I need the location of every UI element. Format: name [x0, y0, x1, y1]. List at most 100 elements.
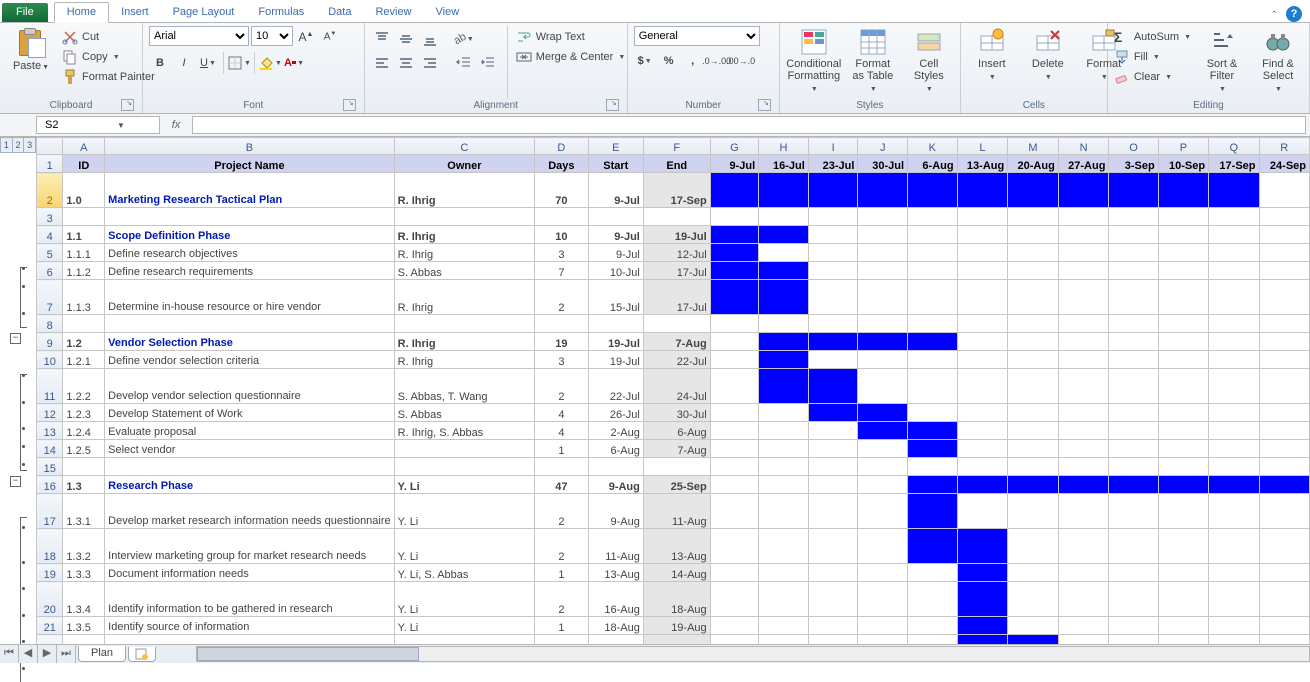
- cell-end[interactable]: 11-Aug: [643, 494, 710, 529]
- gantt-cell[interactable]: [1209, 351, 1259, 369]
- gantt-cell[interactable]: [1008, 404, 1059, 422]
- gantt-cell[interactable]: [1008, 173, 1059, 208]
- cell[interactable]: [858, 315, 908, 333]
- gantt-cell[interactable]: [759, 333, 809, 351]
- gantt-cell[interactable]: [1259, 422, 1310, 440]
- cell-id[interactable]: 1.2: [63, 333, 105, 351]
- gantt-cell[interactable]: [808, 369, 858, 404]
- cell[interactable]: [63, 208, 105, 226]
- cut-button[interactable]: Cut: [62, 28, 155, 46]
- gantt-cell[interactable]: [808, 476, 858, 494]
- gantt-cell[interactable]: [1109, 262, 1158, 280]
- align-right-button[interactable]: [419, 52, 441, 74]
- underline-button[interactable]: U▼: [197, 52, 219, 74]
- cell-id[interactable]: 1.3.2: [63, 529, 105, 564]
- cell-name[interactable]: Marketing Research Tactical Plan: [105, 173, 395, 208]
- outline-column[interactable]: −−: [0, 153, 37, 663]
- cell-days[interactable]: 3: [535, 244, 589, 262]
- cell-id[interactable]: 1.1: [63, 226, 105, 244]
- row-header-1[interactable]: 1: [37, 155, 63, 173]
- gantt-cell[interactable]: [759, 529, 809, 564]
- cell-name[interactable]: Develop market research information need…: [105, 494, 395, 529]
- cell-name[interactable]: Interview marketing group for market res…: [105, 529, 395, 564]
- tab-formulas[interactable]: Formulas: [246, 3, 316, 22]
- gantt-cell[interactable]: [1008, 564, 1059, 582]
- gantt-cell[interactable]: [957, 280, 1008, 315]
- tab-view[interactable]: View: [424, 3, 472, 22]
- cell-days[interactable]: 1: [535, 617, 589, 635]
- font-dialog-launcher[interactable]: ↘: [343, 99, 356, 111]
- gantt-cell[interactable]: [710, 564, 759, 582]
- decrease-decimal-button[interactable]: .00→.0: [730, 50, 752, 72]
- gantt-cell[interactable]: [957, 173, 1008, 208]
- tab-data[interactable]: Data: [316, 3, 363, 22]
- header-cell[interactable]: ID: [63, 155, 105, 173]
- cell[interactable]: [1008, 458, 1059, 476]
- gantt-cell[interactable]: [908, 369, 958, 404]
- cell-end[interactable]: 14-Aug: [643, 564, 710, 582]
- gantt-cell[interactable]: [1008, 494, 1059, 529]
- cell-id[interactable]: 1.2.5: [63, 440, 105, 458]
- col-header-R[interactable]: R: [1259, 138, 1310, 155]
- gantt-cell[interactable]: [957, 226, 1008, 244]
- cell-start[interactable]: 9-Aug: [588, 476, 643, 494]
- col-header-E[interactable]: E: [588, 138, 643, 155]
- gantt-cell[interactable]: [1259, 404, 1310, 422]
- accounting-format-button[interactable]: $▼: [634, 50, 656, 72]
- gantt-cell[interactable]: [710, 494, 759, 529]
- gantt-cell[interactable]: [1209, 244, 1259, 262]
- cell-id[interactable]: 1.3: [63, 476, 105, 494]
- gantt-cell[interactable]: [1109, 351, 1158, 369]
- fill-color-button[interactable]: ▼: [259, 52, 281, 74]
- row-header-6[interactable]: 6: [37, 262, 63, 280]
- copy-button[interactable]: Copy▼: [62, 48, 155, 66]
- gantt-cell[interactable]: [1209, 440, 1259, 458]
- cell[interactable]: [588, 458, 643, 476]
- gantt-cell[interactable]: [1109, 369, 1158, 404]
- gantt-cell[interactable]: [858, 226, 908, 244]
- cell-start[interactable]: 22-Jul: [588, 369, 643, 404]
- cell-owner[interactable]: S. Abbas: [394, 262, 534, 280]
- tab-home[interactable]: Home: [54, 2, 109, 23]
- cell-end[interactable]: 18-Aug: [643, 582, 710, 617]
- gantt-cell[interactable]: [1058, 440, 1109, 458]
- cell[interactable]: [588, 315, 643, 333]
- cell-end[interactable]: 13-Aug: [643, 529, 710, 564]
- gantt-cell[interactable]: [808, 582, 858, 617]
- gantt-cell[interactable]: [759, 494, 809, 529]
- cell[interactable]: [957, 458, 1008, 476]
- gantt-cell[interactable]: [808, 617, 858, 635]
- gantt-cell[interactable]: [858, 564, 908, 582]
- cell-days[interactable]: 7: [535, 262, 589, 280]
- cell-days[interactable]: 3: [535, 351, 589, 369]
- gantt-cell[interactable]: [858, 494, 908, 529]
- header-cell[interactable]: Owner: [394, 155, 534, 173]
- fill-button[interactable]: Fill▼: [1114, 48, 1191, 66]
- comma-format-button[interactable]: ,: [682, 50, 704, 72]
- cell[interactable]: [759, 315, 809, 333]
- cell[interactable]: [1209, 315, 1259, 333]
- gantt-cell[interactable]: [759, 244, 809, 262]
- cell-id[interactable]: 1.2.2: [63, 369, 105, 404]
- gantt-cell[interactable]: [1158, 494, 1208, 529]
- cell-id[interactable]: 1.2.1: [63, 351, 105, 369]
- col-header-J[interactable]: J: [858, 138, 908, 155]
- number-dialog-launcher[interactable]: ↘: [758, 99, 771, 111]
- gantt-cell[interactable]: [1058, 582, 1109, 617]
- cell[interactable]: [394, 458, 534, 476]
- gantt-cell[interactable]: [908, 244, 958, 262]
- gantt-cell[interactable]: [908, 476, 958, 494]
- header-cell[interactable]: 17-Sep: [1209, 155, 1259, 173]
- gantt-cell[interactable]: [1158, 422, 1208, 440]
- row-header-21[interactable]: 21: [37, 617, 63, 635]
- cell-owner[interactable]: Y. Li: [394, 494, 534, 529]
- cell-start[interactable]: 15-Jul: [588, 280, 643, 315]
- gantt-cell[interactable]: [1109, 440, 1158, 458]
- col-header-A[interactable]: A: [63, 138, 105, 155]
- cell[interactable]: [1158, 208, 1208, 226]
- cell-end[interactable]: 24-Jul: [643, 369, 710, 404]
- gantt-cell[interactable]: [759, 440, 809, 458]
- gantt-cell[interactable]: [759, 582, 809, 617]
- gantt-cell[interactable]: [1158, 617, 1208, 635]
- gantt-cell[interactable]: [1158, 404, 1208, 422]
